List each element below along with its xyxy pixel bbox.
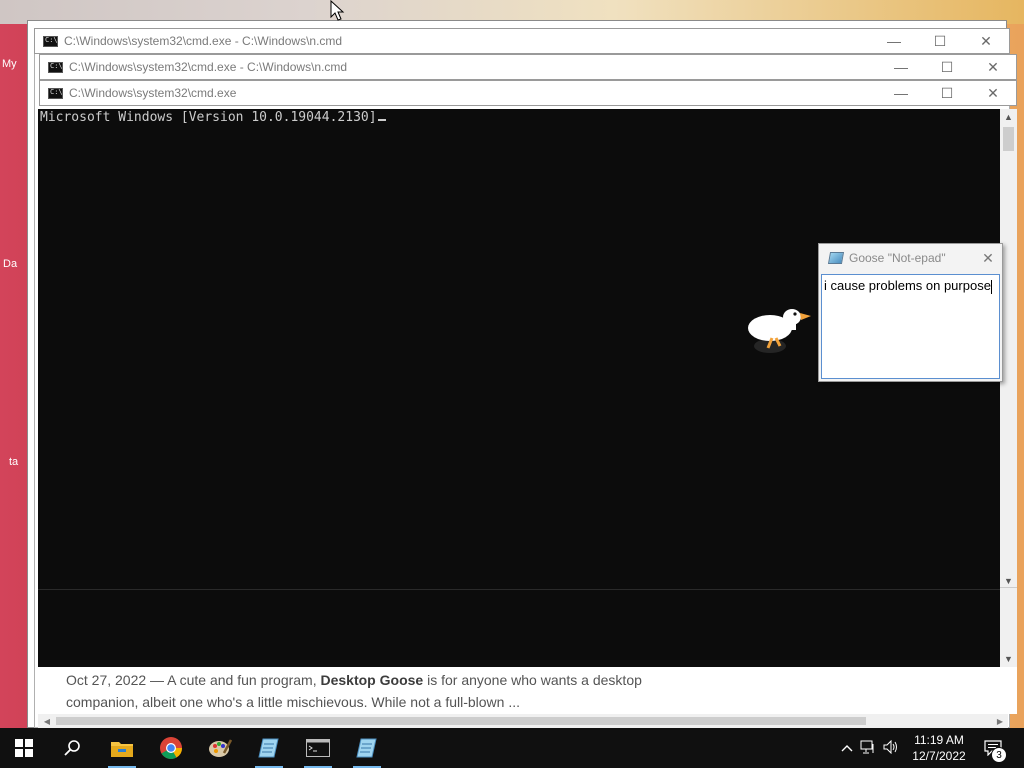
close-button[interactable]: ✕ (970, 55, 1016, 79)
clock-time: 11:19 AM (914, 733, 964, 747)
search-result-snippet[interactable]: Oct 27, 2022 — A cute and fun program, D… (66, 669, 666, 713)
cmd-icon (306, 739, 330, 757)
notepad-titlebar[interactable]: Goose "Not-epad" ✕ (819, 244, 1002, 272)
close-button[interactable]: ✕ (963, 29, 1009, 53)
cmd-icon (48, 87, 63, 99)
taskbar-notepad-2[interactable] (343, 728, 391, 768)
windows-logo-icon (15, 739, 33, 757)
notepad-text-area[interactable]: i cause problems on purpose (821, 274, 1000, 379)
horizontal-scrollbar[interactable]: ◀ ▶ (38, 714, 1008, 728)
search-icon (64, 740, 80, 756)
notepad-text: i cause problems on purpose (824, 278, 992, 294)
chrome-icon (160, 737, 182, 759)
scrollbar-thumb[interactable] (56, 717, 866, 725)
close-button[interactable]: ✕ (974, 250, 1002, 267)
system-tray (838, 728, 902, 768)
minimize-button[interactable]: — (871, 29, 917, 53)
desktop-icon-label[interactable]: My (2, 58, 17, 70)
scroll-left-icon[interactable]: ◀ (40, 714, 54, 728)
taskbar-notepad[interactable] (245, 728, 293, 768)
scroll-right-icon[interactable]: ▶ (993, 714, 1007, 728)
clock-date: 12/7/2022 (912, 749, 966, 763)
desktop-goose[interactable] (746, 302, 818, 358)
show-hidden-icons-icon[interactable] (838, 741, 856, 755)
taskbar-cmd[interactable] (294, 728, 342, 768)
taskbar-chrome[interactable] (147, 728, 195, 768)
desktop-icon-label[interactable]: ta (9, 456, 18, 468)
console-output: Microsoft Windows [Version 10.0.19044.21… (40, 110, 386, 125)
cmd-icon (48, 61, 63, 73)
maximize-button[interactable]: ☐ (924, 81, 970, 105)
scroll-up-icon[interactable]: ▲ (1000, 109, 1017, 125)
taskbar-clock[interactable]: 11:19 AM 12/7/2022 (905, 732, 973, 764)
notification-count-badge: 3 (991, 747, 1007, 763)
close-button[interactable]: ✕ (970, 81, 1016, 105)
search-button[interactable] (48, 728, 96, 768)
mouse-pointer-icon (330, 0, 345, 21)
desktop-icon-label[interactable]: Da (3, 258, 17, 270)
cmd-window-titlebar[interactable]: C:\Windows\system32\cmd.exe - C:\Windows… (34, 28, 1010, 54)
taskbar-file-explorer[interactable] (98, 728, 146, 768)
maximize-button[interactable]: ☐ (917, 29, 963, 53)
vertical-scrollbar[interactable]: ▲ ▼ ▼ (1000, 109, 1017, 667)
scroll-down-icon[interactable]: ▼ (1000, 573, 1017, 589)
minimize-button[interactable]: — (878, 81, 924, 105)
taskbar-paint[interactable] (196, 728, 244, 768)
notepad-title: Goose "Not-epad" (849, 251, 946, 265)
window-title: C:\Windows\system32\cmd.exe (69, 86, 237, 100)
window-title: C:\Windows\system32\cmd.exe - C:\Windows… (69, 60, 348, 74)
notepad-icon (356, 738, 377, 758)
notepad-icon (827, 252, 845, 264)
file-explorer-icon (111, 742, 133, 757)
minimize-button[interactable]: — (878, 55, 924, 79)
window-title: C:\Windows\system32\cmd.exe - C:\Windows… (64, 34, 343, 48)
cmd-window-titlebar[interactable]: C:\Windows\system32\cmd.exe — ☐ ✕ (39, 80, 1017, 106)
maximize-button[interactable]: ☐ (924, 55, 970, 79)
text-caret (990, 279, 992, 294)
scrollbar-thumb[interactable] (1003, 127, 1014, 151)
volume-icon[interactable] (880, 739, 902, 757)
console-area-lower[interactable] (38, 589, 1000, 667)
network-icon[interactable] (856, 740, 880, 757)
taskbar: 11:19 AM 12/7/2022 (0, 728, 1024, 768)
goose-notepad-window[interactable]: Goose "Not-epad" ✕ i cause problems on p… (818, 243, 1003, 382)
start-button[interactable] (0, 728, 48, 768)
scroll-down-icon[interactable]: ▼ (1000, 651, 1017, 667)
paint-palette-icon (209, 739, 232, 757)
notepad-icon (258, 738, 279, 758)
console-cursor (377, 119, 386, 121)
cmd-icon (43, 35, 58, 47)
cmd-window-titlebar[interactable]: C:\Windows\system32\cmd.exe - C:\Windows… (39, 54, 1017, 80)
browser-search-result: Oct 27, 2022 — A cute and fun program, D… (38, 667, 1017, 714)
